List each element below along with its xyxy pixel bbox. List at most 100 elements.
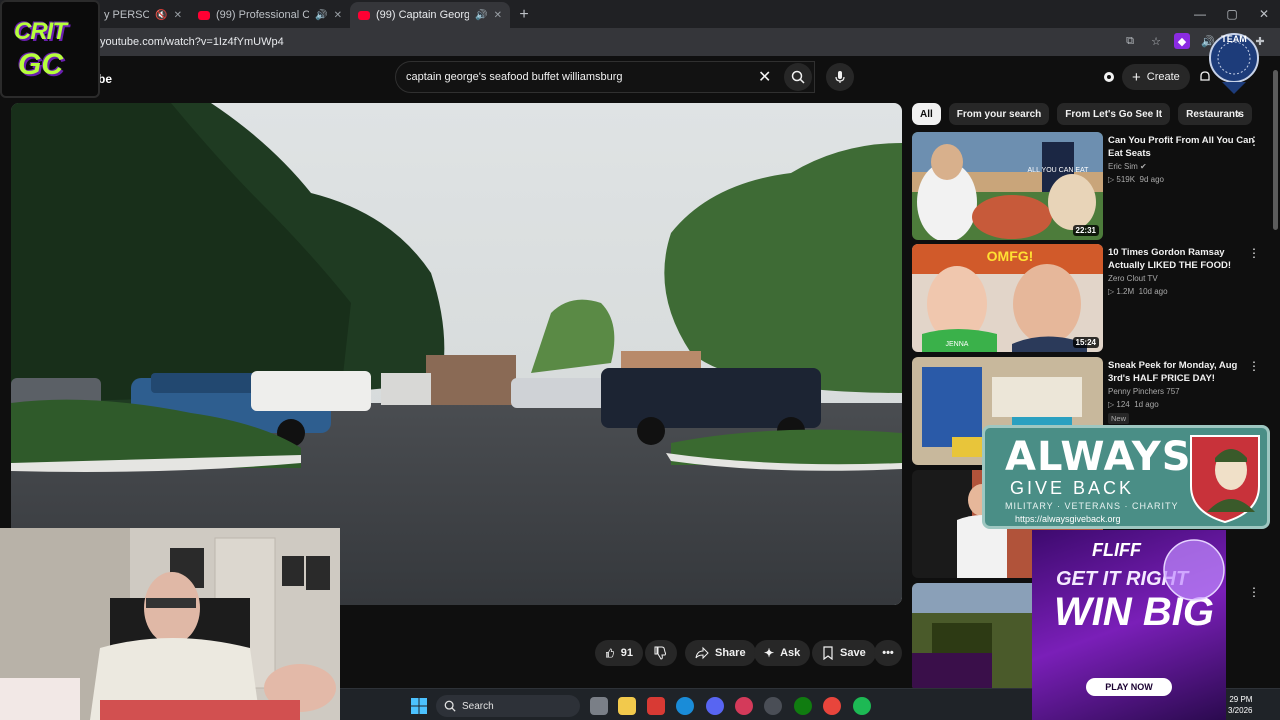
upload-age: 9d ago bbox=[1139, 175, 1164, 184]
channel-name[interactable]: Zero Clout TV bbox=[1108, 274, 1158, 283]
thumb-text-all-you-can-eat: ALL YOU CAN EAT bbox=[1028, 167, 1090, 174]
share-icon bbox=[695, 646, 709, 660]
chip-all[interactable]: All bbox=[912, 103, 941, 125]
discord-icon[interactable] bbox=[706, 697, 724, 715]
video-meta: ▷ 519K 9d ago bbox=[1108, 175, 1164, 184]
share-button[interactable]: Share bbox=[685, 640, 756, 666]
search-button[interactable] bbox=[784, 63, 812, 91]
chip-from-your-search[interactable]: From your search bbox=[948, 103, 1050, 125]
gaming-icon[interactable] bbox=[1100, 68, 1118, 86]
bookmark-star-icon[interactable]: ☆ bbox=[1148, 33, 1164, 49]
mute-icon[interactable]: 🔇 bbox=[155, 10, 167, 21]
tab-title: y PERSONAL bbox=[104, 9, 150, 21]
app-pin-icon[interactable] bbox=[735, 697, 753, 715]
save-button[interactable]: Save bbox=[812, 640, 876, 666]
channel-name[interactable]: Penny Pinchers 757 bbox=[1108, 387, 1180, 396]
more-vertical-icon[interactable]: ⋮ bbox=[1248, 246, 1260, 260]
create-button[interactable]: + Create bbox=[1122, 64, 1190, 90]
xbox-icon[interactable] bbox=[794, 697, 812, 715]
thumb-text-omfg: OMFG! bbox=[987, 248, 1034, 264]
url-field[interactable]: youtube.com/watch?v=1Iz4fYmUWp4 bbox=[100, 36, 284, 48]
tab-close-icon[interactable]: ✕ bbox=[174, 10, 182, 21]
agb-subtitle: GIVE BACK bbox=[1010, 478, 1135, 498]
trophy-ball-icon bbox=[1163, 539, 1225, 601]
voice-search-button[interactable] bbox=[826, 63, 854, 91]
video-thumbnail[interactable]: ALL YOU CAN EAT 22:31 bbox=[912, 132, 1103, 240]
tab-title: (99) Captain George's Seafo bbox=[376, 9, 470, 21]
video-title[interactable]: Can You Profit From All You Can Eat Seat… bbox=[1108, 134, 1258, 160]
sparkle-icon: ✦ bbox=[764, 646, 775, 660]
spotify-icon[interactable] bbox=[853, 697, 871, 715]
agb-tagline: MILITARY · VETERANS · CHARITY bbox=[1005, 501, 1179, 511]
logo-text-gc: GC bbox=[18, 48, 63, 81]
task-view-icon[interactable] bbox=[590, 697, 608, 715]
channel-name-text: Eric Sim bbox=[1108, 162, 1138, 171]
browser-tabstrip: y PERSONAL 🔇 ✕ (99) Professional Chill S… bbox=[0, 0, 1280, 28]
clear-search-icon[interactable]: ✕ bbox=[758, 67, 771, 87]
youtube-logo[interactable]: be bbox=[98, 72, 112, 86]
more-vertical-icon[interactable]: ⋮ bbox=[1248, 359, 1260, 373]
speaker-icon[interactable]: 🔊 bbox=[475, 10, 487, 21]
search-icon bbox=[444, 700, 456, 712]
like-count: 91 bbox=[620, 647, 633, 659]
chrome-icon[interactable] bbox=[823, 697, 841, 715]
file-explorer-icon[interactable] bbox=[618, 697, 636, 715]
youtube-favicon-icon bbox=[198, 10, 210, 20]
taskbar-search-label: Search bbox=[462, 700, 494, 712]
video-meta: ▷ 1.2M 10d ago bbox=[1108, 287, 1168, 296]
taskbar-search[interactable]: Search bbox=[436, 695, 580, 717]
ask-button[interactable]: ✦ Ask bbox=[754, 640, 811, 666]
tab-personal[interactable]: y PERSONAL 🔇 ✕ bbox=[96, 2, 190, 28]
chip-from-lets-go-see-it[interactable]: From Let's Go See It bbox=[1057, 103, 1171, 125]
dislike-button[interactable] bbox=[645, 640, 677, 666]
thumbs-up-icon bbox=[606, 648, 615, 658]
more-vertical-icon[interactable]: ⋮ bbox=[1248, 585, 1260, 599]
settings-gear-icon[interactable] bbox=[764, 697, 782, 715]
upload-age: 10d ago bbox=[1138, 287, 1168, 296]
agb-url: https://alwaysgiveback.org bbox=[1015, 514, 1121, 524]
speaker-icon[interactable]: 🔊 bbox=[315, 10, 327, 21]
new-badge: New bbox=[1108, 413, 1130, 424]
video-meta: ▷ 124 1d ago bbox=[1108, 400, 1159, 409]
video-thumbnail[interactable]: JENNA OMFG! 15:24 bbox=[912, 244, 1103, 352]
new-tab-button[interactable]: + bbox=[510, 2, 538, 28]
edge-browser-icon[interactable] bbox=[676, 697, 694, 715]
channel-name[interactable]: Eric Sim ✔ bbox=[1108, 162, 1147, 171]
search-input[interactable]: captain george's seafood buffet williams… bbox=[395, 61, 815, 93]
save-label: Save bbox=[840, 647, 866, 659]
always-give-back-banner: ALWAYS GIVE BACK MILITARY · VETERANS · C… bbox=[982, 425, 1270, 529]
ask-label: Ask bbox=[780, 647, 801, 659]
plus-icon: + bbox=[1132, 68, 1141, 86]
chevron-right-icon[interactable]: › bbox=[1236, 105, 1241, 121]
tab-close-icon[interactable]: ✕ bbox=[494, 10, 502, 21]
duration-badge: 15:24 bbox=[1072, 337, 1099, 348]
crit-gc-logo: CRIT GC bbox=[0, 0, 100, 98]
recommendation-item[interactable]: JENNA OMFG! 15:24 10 Times Gordon Ramsay… bbox=[912, 244, 1272, 352]
video-title[interactable]: Sneak Peek for Monday, Aug 3rd's HALF PR… bbox=[1108, 359, 1258, 385]
extension-icon[interactable]: ◆ bbox=[1174, 33, 1190, 49]
recommendation-item[interactable]: ALL YOU CAN EAT 22:31 Can You Profit Fro… bbox=[912, 132, 1272, 240]
install-app-icon[interactable]: ⧉ bbox=[1122, 33, 1138, 49]
upload-age: 1d ago bbox=[1134, 400, 1159, 409]
tab-title: (99) Professional Chill Sessi bbox=[216, 9, 310, 21]
windows-start-icon[interactable] bbox=[410, 697, 428, 715]
more-vertical-icon[interactable]: ⋮ bbox=[1248, 134, 1260, 148]
clock-time: 29 PM bbox=[1229, 695, 1253, 704]
taskbar-clock[interactable]: 29 PM 3/2026 bbox=[1228, 694, 1252, 716]
view-count: 124 bbox=[1116, 400, 1130, 409]
fliff-brand: FLIFF bbox=[1092, 540, 1141, 560]
screen: y PERSONAL 🔇 ✕ (99) Professional Chill S… bbox=[0, 0, 1280, 720]
tab-professional-chill[interactable]: (99) Professional Chill Sessi 🔊 ✕ bbox=[190, 2, 350, 28]
search-icon bbox=[791, 70, 805, 84]
clock-date: 3/2026 bbox=[1228, 706, 1253, 715]
app-red-icon[interactable] bbox=[647, 697, 665, 715]
like-button[interactable]: 91 bbox=[595, 640, 643, 666]
bookmark-icon bbox=[823, 646, 833, 660]
tab-captain-georges[interactable]: (99) Captain George's Seafo 🔊 ✕ bbox=[350, 2, 510, 28]
verified-check-icon: ✔ bbox=[1140, 162, 1147, 171]
tab-close-icon[interactable]: ✕ bbox=[334, 10, 342, 21]
microphone-icon bbox=[835, 71, 845, 83]
more-actions-button[interactable]: ••• bbox=[874, 640, 902, 666]
video-title[interactable]: 10 Times Gordon Ramsay Actually LIKED TH… bbox=[1108, 246, 1258, 272]
scrollbar-thumb[interactable] bbox=[1273, 70, 1278, 230]
